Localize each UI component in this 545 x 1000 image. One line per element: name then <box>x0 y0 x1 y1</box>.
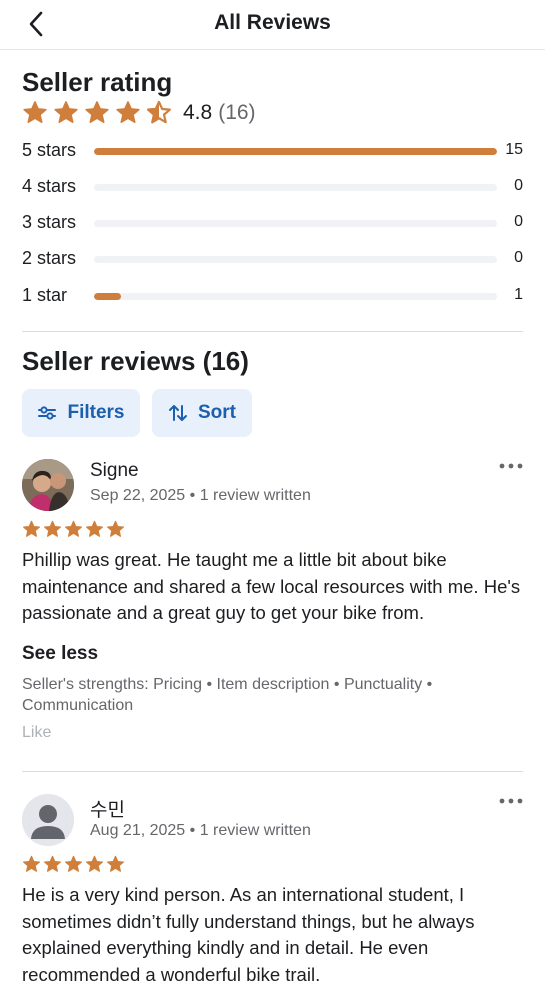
like-button[interactable]: Like <box>22 724 51 742</box>
star-icon <box>22 855 41 872</box>
review-meta: Aug 21, 2025 • 1 review written <box>90 822 311 840</box>
distribution-bar <box>94 184 497 191</box>
star-icon <box>85 855 104 872</box>
distribution-bar <box>94 256 497 263</box>
star-half-icon <box>147 100 171 124</box>
distribution-row: 2 stars 0 <box>22 248 523 272</box>
distribution-label: 4 stars <box>22 176 77 196</box>
star-icon <box>85 101 109 124</box>
default-avatar-icon <box>22 794 74 846</box>
star-icon <box>43 855 62 872</box>
seller-rating-title: Seller rating <box>22 67 173 97</box>
avatar[interactable] <box>22 794 74 846</box>
sort-icon <box>169 405 187 421</box>
meta-separator: • <box>189 487 200 504</box>
seller-reviews-title: Seller reviews (16) <box>22 346 249 376</box>
distribution-row: 1 star 1 <box>22 285 523 309</box>
distribution-count: 15 <box>505 141 523 158</box>
review-meta: Sep 22, 2025 • 1 review written <box>90 487 311 505</box>
more-options-icon[interactable] <box>498 796 524 806</box>
sort-label: Sort <box>198 402 236 423</box>
rating-stars <box>22 100 177 126</box>
distribution-label: 3 stars <box>22 212 77 232</box>
review-date: Aug 21, 2025 <box>90 822 186 839</box>
rating-average: 4.8 <box>183 101 213 124</box>
meta-separator: • <box>189 822 200 839</box>
distribution-bar <box>94 220 497 227</box>
distribution-label: 5 stars <box>22 140 77 160</box>
distribution-label: 1 star <box>22 285 68 305</box>
star-icon <box>22 520 41 537</box>
star-icon <box>64 855 83 872</box>
filters-label: Filters <box>67 402 125 423</box>
reviewer-photo <box>22 459 74 511</box>
star-icon <box>116 101 140 124</box>
top-bar: All Reviews <box>0 0 545 50</box>
seller-rating-summary: 4.8 (16) <box>22 100 256 126</box>
page-title: All Reviews <box>214 11 331 34</box>
see-less-link[interactable]: See less <box>22 643 98 665</box>
distribution-count: 0 <box>514 177 523 194</box>
star-icon <box>106 520 125 537</box>
distribution-row: 3 stars 0 <box>22 212 523 236</box>
sort-button[interactable]: Sort <box>152 389 252 437</box>
reviewer-name[interactable]: Signe <box>90 460 139 482</box>
more-options-icon[interactable] <box>498 461 524 471</box>
seller-strengths: Seller's strengths: Pricing • Item descr… <box>22 676 433 714</box>
star-icon <box>43 520 62 537</box>
star-icon <box>54 101 78 124</box>
star-icon <box>23 101 47 124</box>
distribution-bar-fill <box>94 148 497 155</box>
distribution-count: 0 <box>514 249 523 266</box>
avatar[interactable] <box>22 459 74 511</box>
review-text: Phillip was great. He taught me a little… <box>22 549 521 623</box>
reviewer-name[interactable]: 수민 <box>90 795 125 822</box>
distribution-row: 4 stars 0 <box>22 176 523 200</box>
review-text: He is a very kind person. As an internat… <box>22 884 475 985</box>
star-icon <box>64 520 83 537</box>
distribution-bar <box>94 148 497 155</box>
distribution-count: 0 <box>514 213 523 230</box>
star-icon <box>106 855 125 872</box>
review-stars <box>22 520 127 539</box>
review-count-written: 1 review written <box>199 822 311 839</box>
distribution-label: 2 stars <box>22 248 77 268</box>
distribution-bar <box>94 293 497 300</box>
distribution-bar-fill <box>94 293 121 300</box>
review-divider <box>22 771 523 772</box>
section-divider <box>22 331 523 332</box>
review-stars <box>22 855 127 874</box>
distribution-count: 1 <box>514 286 523 303</box>
filters-icon <box>38 406 57 420</box>
review-count-written: 1 review written <box>199 487 311 504</box>
review-date: Sep 22, 2025 <box>90 487 186 504</box>
rating-count: (16) <box>218 101 256 124</box>
filters-button[interactable]: Filters <box>22 389 140 437</box>
star-icon <box>85 520 104 537</box>
distribution-row: 5 stars 15 <box>22 140 523 164</box>
